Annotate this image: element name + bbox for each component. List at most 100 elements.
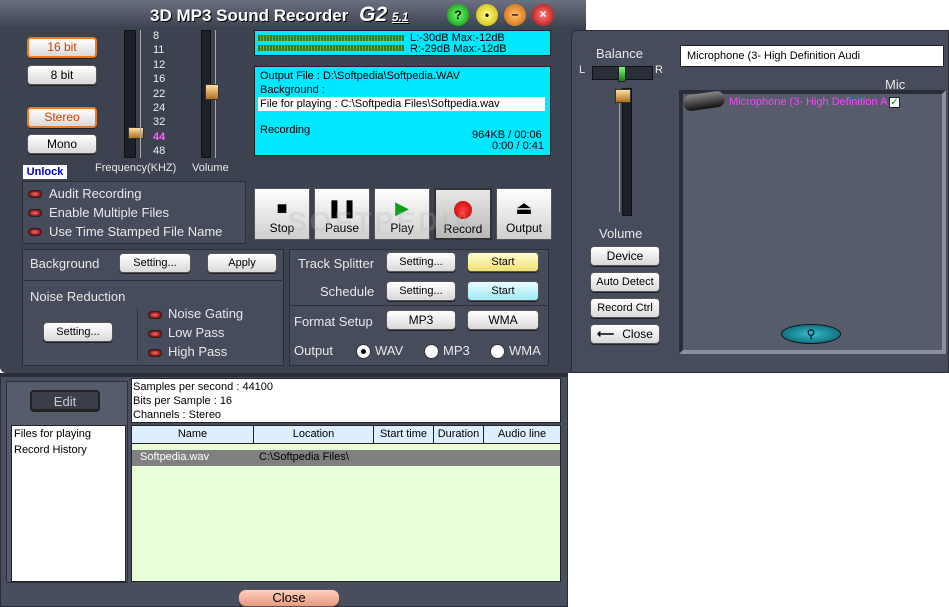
mono-button[interactable]: Mono	[27, 134, 97, 154]
mic-item[interactable]: Microphone (3- High Definition Au	[729, 96, 887, 108]
schedule-setting-button[interactable]: Setting...	[386, 281, 456, 301]
freq-tick: 8	[153, 30, 160, 42]
column-header-location[interactable]: Location	[254, 426, 374, 444]
high-pass-label[interactable]: High Pass	[168, 344, 227, 359]
16bit-button[interactable]: 16 bit	[27, 37, 97, 58]
timestamp-led[interactable]	[28, 228, 42, 236]
mic-panel	[679, 90, 946, 354]
freq-tick: 11	[153, 44, 165, 56]
schedule-start-button[interactable]: Start	[467, 281, 539, 301]
freq-tick: 32	[153, 116, 166, 128]
timestamp-label[interactable]: Use Time Stamped File Name	[49, 224, 222, 239]
nav-item-files-for-playing[interactable]: Files for playing	[14, 428, 91, 440]
freq-tick: 16	[153, 73, 166, 85]
right-meter-bar	[258, 45, 404, 51]
mp3-setup-button[interactable]: MP3	[386, 310, 456, 330]
multiple-files-label[interactable]: Enable Multiple Files	[49, 205, 169, 220]
column-header-name[interactable]: Name	[132, 426, 254, 444]
wma-radio-label[interactable]: WMA	[509, 343, 541, 358]
volume-label: Volume	[192, 162, 229, 174]
mic-checkbox[interactable]: ✓	[889, 97, 900, 108]
watermark: SOFTPEDIA	[288, 206, 476, 237]
audit-led[interactable]	[28, 190, 42, 198]
wav-radio-label[interactable]: WAV	[375, 343, 403, 358]
low-pass-label[interactable]: Low Pass	[168, 325, 224, 340]
minimize-button[interactable]: –	[504, 4, 526, 26]
splitter-setting-button[interactable]: Setting...	[386, 252, 456, 272]
freq-tick: 12	[153, 59, 166, 71]
schedule-label: Schedule	[320, 284, 375, 299]
left-meter-bar	[258, 35, 404, 41]
edit-button[interactable]: Edit	[30, 390, 100, 411]
noise-setting-button[interactable]: Setting...	[43, 322, 113, 342]
channels-text: Channels : Stereo	[133, 409, 222, 421]
background-setting-button[interactable]: Setting...	[119, 253, 191, 273]
freq-tick: 22	[153, 88, 166, 100]
8bit-button[interactable]: 8 bit	[27, 65, 97, 85]
bits-text: Bits per Sample : 16	[133, 395, 233, 407]
arrow-left-icon: ⟵	[597, 327, 615, 341]
right-level-text: R:-29dB Max:-12dB	[410, 43, 507, 55]
freq-tick-selected: 44	[153, 131, 166, 143]
noise-reduction-label: Noise Reduction	[30, 289, 126, 304]
apply-button[interactable]: Apply	[207, 253, 277, 273]
splitter-start-button[interactable]: Start	[467, 252, 539, 272]
help-button[interactable]: ?	[447, 4, 469, 26]
balance-left-label: L	[579, 64, 586, 76]
file-playing-text: File for playing : C:\Softpedia Files\So…	[258, 97, 545, 111]
column-header-audio-line[interactable]: Audio line	[484, 426, 560, 444]
device-button[interactable]: Device	[590, 246, 660, 266]
bottom-close-button[interactable]: Close	[238, 589, 340, 607]
column-header-duration[interactable]: Duration	[434, 426, 484, 444]
nav-item-record-history[interactable]: Record History	[14, 444, 87, 456]
app-title: 3D MP3 Sound Recorder G2 5.1	[150, 3, 409, 27]
column-header-start-time[interactable]: Start time	[374, 426, 434, 444]
wav-radio[interactable]	[356, 344, 371, 359]
device-select[interactable]: Microphone (3- High Definition Audi	[680, 45, 944, 67]
balance-slider-thumb[interactable]	[618, 66, 626, 82]
divider	[291, 305, 547, 306]
mixer-volume-thumb[interactable]	[615, 89, 631, 103]
samples-text: Samples per second : 44100	[133, 381, 274, 393]
high-pass-led[interactable]	[148, 349, 162, 357]
frequency-label: Frequency(KHZ)	[95, 162, 177, 174]
freq-tick: 24	[153, 102, 166, 114]
noise-gating-led[interactable]	[148, 311, 162, 319]
mp3-radio[interactable]	[424, 344, 439, 359]
mic-logo-icon[interactable]: ⚲	[781, 324, 841, 344]
help-icon: ?	[454, 8, 462, 22]
format-setup-label: Format Setup	[294, 314, 373, 329]
volume-slider-thumb[interactable]	[205, 84, 219, 100]
divider	[24, 280, 282, 281]
divider	[137, 309, 138, 361]
balance-right-label: R	[655, 64, 663, 76]
app-version: 5.1	[391, 10, 409, 24]
record-ctrl-button[interactable]: Record Ctrl	[590, 298, 660, 318]
wma-setup-button[interactable]: WMA	[467, 310, 539, 330]
output-label: Output	[505, 221, 543, 235]
mixer-volume-track[interactable]	[622, 88, 632, 216]
noise-gating-label[interactable]: Noise Gating	[168, 306, 243, 321]
mp3-radio-label[interactable]: MP3	[443, 343, 470, 358]
unlock-link[interactable]: Unlock	[23, 165, 67, 179]
stereo-button[interactable]: Stereo	[27, 107, 97, 128]
mixer-volume-ticks	[614, 92, 620, 212]
wma-radio[interactable]	[490, 344, 505, 359]
output-button[interactable]: ⏏ Output	[496, 188, 552, 240]
auto-detect-button[interactable]: Auto Detect	[590, 272, 660, 292]
play-time-text: 0:00 / 0:41	[492, 140, 544, 152]
close-window-button[interactable]: ×	[532, 4, 554, 26]
output-file-text: Output File : D:\Softpedia\Softpedia.WAV	[260, 70, 460, 82]
row-location-cell: C:\Softpedia Files\	[259, 451, 349, 463]
tray-button[interactable]: •	[476, 4, 498, 26]
low-pass-led[interactable]	[148, 330, 162, 338]
minimize-icon: –	[511, 7, 519, 21]
mixer-close-label: Close	[622, 327, 653, 341]
mixer-close-button[interactable]: ⟵ Close	[590, 324, 660, 344]
audit-recording-label[interactable]: Audit Recording	[49, 186, 142, 201]
balance-label: Balance	[596, 46, 643, 61]
row-name-cell: Softpedia.wav	[140, 451, 210, 463]
background-label: Background	[30, 256, 100, 271]
multiple-files-led[interactable]	[28, 209, 42, 217]
eject-icon: ⏏	[515, 198, 533, 218]
